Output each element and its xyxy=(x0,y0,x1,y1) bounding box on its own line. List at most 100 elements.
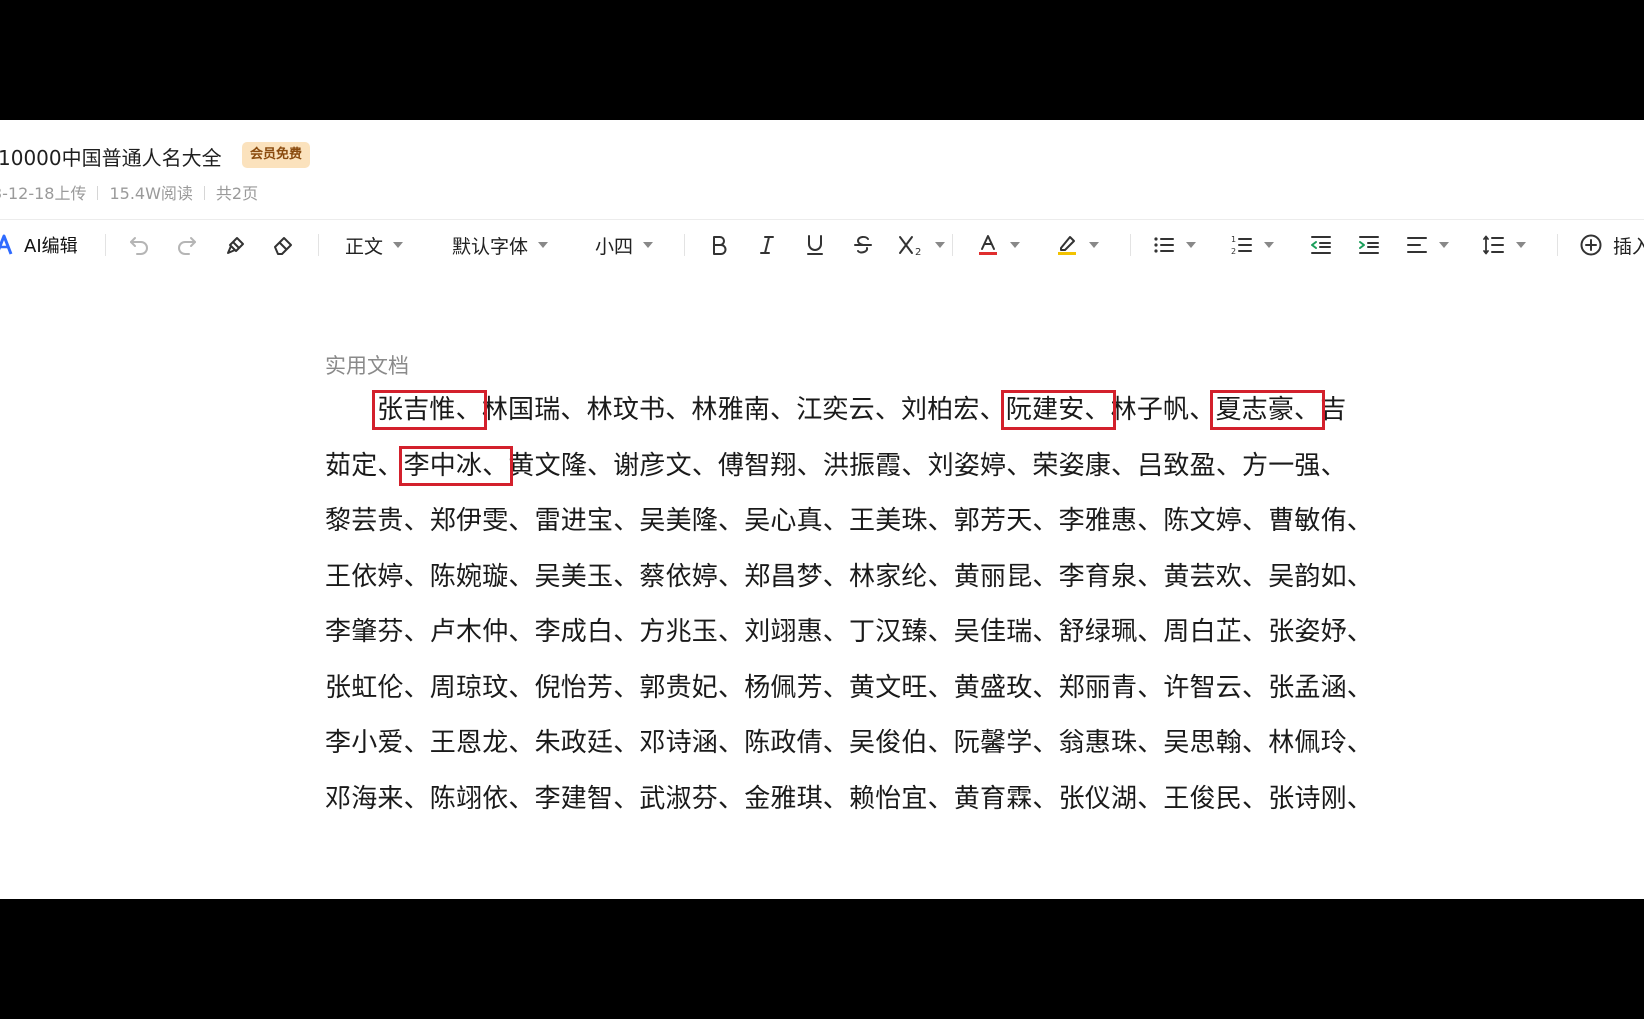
font-family-dropdown[interactable]: 默认字体 xyxy=(452,220,549,270)
italic-button[interactable] xyxy=(755,220,779,270)
text-line: 李肇芬、卢木仲、李成白、方兆玉、刘翊惠、丁汉臻、吴佳瑞、舒绿珮、周白芷、张姿妤、 xyxy=(325,605,1385,661)
text-line: 张吉惟、林国瑞、林玟书、林雅南、江奕云、刘柏宏、阮建安、林子帆、夏志豪、吉 xyxy=(325,383,1385,439)
subscript-icon: 2 xyxy=(897,233,925,257)
font-size-label: 小四 xyxy=(595,235,634,258)
toolbar-divider xyxy=(105,234,106,256)
bullet-list-icon xyxy=(1152,233,1176,257)
insert-label: 插入 xyxy=(1613,235,1644,258)
chevron-down-icon xyxy=(1089,242,1099,248)
toolbar-divider xyxy=(684,234,685,256)
name-text: 林子帆、 xyxy=(1110,395,1216,425)
outdent-icon xyxy=(1309,233,1333,257)
svg-text:2: 2 xyxy=(915,247,921,257)
chevron-down-icon xyxy=(1439,242,1449,248)
text-line: 王依婷、陈婉璇、吴美玉、蔡依婷、郑昌梦、林家纶、黄丽昆、李育泉、黄芸欢、吴韵如、 xyxy=(325,550,1385,606)
line-spacing-icon xyxy=(1482,233,1506,257)
name-text: 张虹伦、周琼玟、倪怡芳、郭贵妃、杨佩芳、黄文旺、黄盛玫、郑丽青、许智云、张孟涵、 xyxy=(325,672,1374,703)
paragraph-style-dropdown[interactable]: 正文 xyxy=(345,220,404,270)
chevron-down-icon xyxy=(1264,242,1274,248)
insert-button[interactable]: 插入 xyxy=(1579,220,1644,270)
highlighted-name-box: 夏志豪、 xyxy=(1210,390,1326,430)
indent-icon xyxy=(1357,233,1381,257)
document-header: 10000中国普通人名大全 会员免费 3-12-18上传 15.4W阅读 共2页 xyxy=(0,120,1644,219)
font-color-icon xyxy=(976,233,1000,257)
font-family-label: 默认字体 xyxy=(452,235,529,258)
name-text: 李肇芬、卢木仲、李成白、方兆玉、刘翊惠、丁汉臻、吴佳瑞、舒绿珮、周白芷、张姿妤、 xyxy=(325,617,1374,647)
bold-button[interactable] xyxy=(707,220,731,270)
font-color-dropdown[interactable] xyxy=(976,220,1020,270)
meta-divider xyxy=(97,186,99,200)
italic-icon xyxy=(755,233,779,257)
chevron-down-icon xyxy=(935,242,945,248)
align-icon xyxy=(1405,233,1429,257)
numbered-list-icon: 12 xyxy=(1230,233,1254,257)
underline-button[interactable] xyxy=(803,220,827,270)
undo-button[interactable] xyxy=(127,220,151,270)
name-list-paragraph[interactable]: 张吉惟、林国瑞、林玟书、林雅南、江奕云、刘柏宏、阮建安、林子帆、夏志豪、吉 茹定、… xyxy=(325,383,1385,827)
name-text: 黄文隆、谢彦文、傅智翔、洪振霞、刘姿婷、荣姿康、吕致盈、方一强、 xyxy=(508,450,1347,481)
chevron-down-icon xyxy=(393,242,404,248)
document-title: 10000中国普通人名大全 xyxy=(0,146,222,170)
outdent-button[interactable] xyxy=(1309,220,1333,270)
toolbar-divider xyxy=(952,234,953,256)
ai-edit-button[interactable]: AI编辑 xyxy=(0,220,78,270)
meta-divider xyxy=(203,186,205,200)
app-window: 10000中国普通人名大全 会员免费 3-12-18上传 15.4W阅读 共2页 A… xyxy=(0,120,1644,899)
redo-icon xyxy=(175,233,199,257)
highlighted-name-box: 张吉惟、 xyxy=(372,390,487,430)
chevron-down-icon xyxy=(1186,242,1196,248)
eraser-icon xyxy=(271,233,295,257)
chevron-down-icon xyxy=(1516,242,1526,248)
document-meta: 3-12-18上传 15.4W阅读 共2页 xyxy=(0,180,258,204)
chevron-down-icon xyxy=(538,242,549,248)
text-line: 邓海来、陈翊依、李建智、武淑芬、金雅琪、赖怡宜、黄育霖、张仪湖、王俊民、张诗刚、 xyxy=(325,772,1385,828)
toolbar-divider xyxy=(318,234,319,256)
vip-free-badge: 会员免费 xyxy=(242,142,311,168)
numbered-list-dropdown[interactable]: 12 xyxy=(1230,220,1274,270)
name-text: 李小爱、王恩龙、朱政廷、邓诗涵、陈政倩、吴俊伯、阮馨学、翁惠珠、吴思翰、林佩玲、 xyxy=(325,728,1374,758)
svg-text:1: 1 xyxy=(1231,235,1236,244)
read-count: 15.4W阅读 xyxy=(109,184,193,203)
page-count: 共2页 xyxy=(215,184,259,203)
highlighted-name-box: 李中冰、 xyxy=(398,445,514,486)
toolbar-divider xyxy=(1557,234,1558,256)
highlighted-name-box: 阮建安、 xyxy=(1000,390,1116,430)
name-text: 林国瑞、林玟书、林雅南、江奕云、刘柏宏、 xyxy=(481,395,1006,425)
ai-logo-icon xyxy=(0,234,14,256)
align-dropdown[interactable] xyxy=(1405,220,1449,270)
strikethrough-button[interactable] xyxy=(851,220,875,270)
bullet-list-dropdown[interactable] xyxy=(1152,220,1196,270)
text-line: 茹定、李中冰、黄文隆、谢彦文、傅智翔、洪振霞、刘姿婷、荣姿康、吕致盈、方一强、 xyxy=(325,439,1385,495)
highlight-icon xyxy=(1055,233,1079,257)
name-text: 茹定、 xyxy=(325,450,404,481)
font-size-dropdown[interactable]: 小四 xyxy=(595,220,654,270)
format-painter-icon xyxy=(224,233,248,257)
chevron-down-icon xyxy=(643,242,654,248)
bold-icon xyxy=(707,233,731,257)
editor-toolbar: AI编辑 正文 默认字体 小四 2 1 2 插入 xyxy=(0,219,1644,270)
format-painter-button[interactable] xyxy=(224,220,248,270)
subscript-dropdown[interactable]: 2 xyxy=(897,220,945,270)
name-text: 黎芸贵、郑伊雯、雷进宝、吴美隆、吴心真、王美珠、郭芳天、李雅惠、陈文婷、曹敏侑、 xyxy=(325,506,1374,536)
page-header-text: 实用文档 xyxy=(325,354,409,378)
insert-plus-icon xyxy=(1579,233,1603,257)
toolbar-divider xyxy=(1130,234,1131,256)
name-text: 吉 xyxy=(1320,395,1347,425)
text-line: 张虹伦、周琼玟、倪怡芳、郭贵妃、杨佩芳、黄文旺、黄盛玫、郑丽青、许智云、张孟涵、 xyxy=(325,661,1385,717)
paragraph-style-label: 正文 xyxy=(345,235,384,258)
underline-icon xyxy=(803,233,827,257)
line-spacing-dropdown[interactable] xyxy=(1482,220,1526,270)
chevron-down-icon xyxy=(1010,242,1020,248)
strikethrough-icon xyxy=(851,233,875,257)
upload-date: 3-12-18上传 xyxy=(0,184,87,203)
undo-icon xyxy=(127,233,151,257)
clear-format-button[interactable] xyxy=(271,220,295,270)
text-line: 黎芸贵、郑伊雯、雷进宝、吴美隆、吴心真、王美珠、郭芳天、李雅惠、陈文婷、曹敏侑、 xyxy=(325,494,1385,550)
text-line: 李小爱、王恩龙、朱政廷、邓诗涵、陈政倩、吴俊伯、阮馨学、翁惠珠、吴思翰、林佩玲、 xyxy=(325,716,1385,772)
indent-button[interactable] xyxy=(1357,220,1381,270)
highlight-dropdown[interactable] xyxy=(1055,220,1099,270)
redo-button[interactable] xyxy=(175,220,199,270)
ai-edit-label: AI编辑 xyxy=(24,236,78,257)
svg-text:2: 2 xyxy=(1231,247,1236,256)
name-text: 邓海来、陈翊依、李建智、武淑芬、金雅琪、赖怡宜、黄育霖、张仪湖、王俊民、张诗刚、 xyxy=(325,783,1374,814)
